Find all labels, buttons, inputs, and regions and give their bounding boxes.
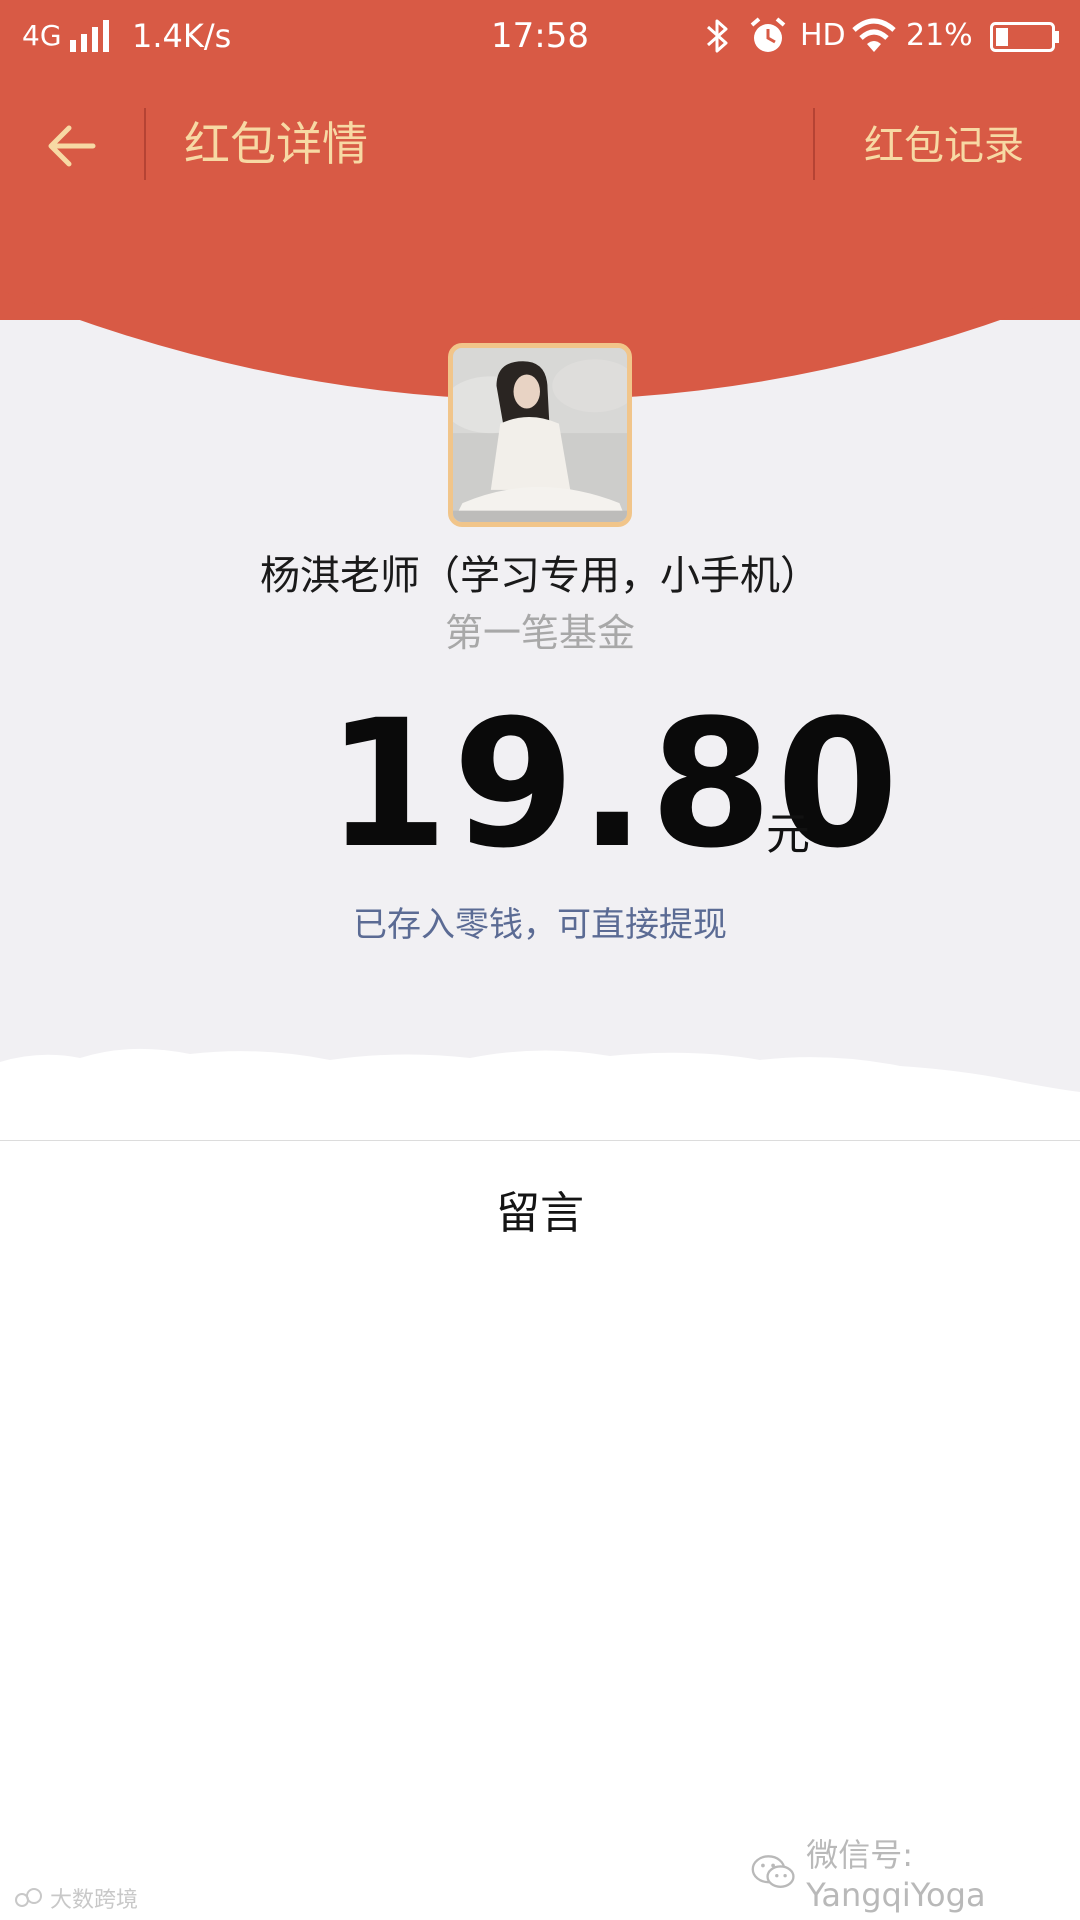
currency-unit: 元 [766, 809, 810, 860]
avatar-photo [453, 348, 627, 522]
cloud-divider [0, 1048, 1080, 1140]
blessing-text: 第一笔基金 [444, 611, 635, 655]
alarm-icon [750, 17, 786, 52]
page-title: 红包详情 [184, 117, 368, 171]
battery-icon [990, 22, 1059, 52]
watermark-right: 微信号: YangqiYoga [750, 1836, 1080, 1914]
wechat-icon [751, 1855, 795, 1888]
section-divider [0, 1140, 1080, 1141]
battery-percent: 21% [906, 18, 973, 53]
wifi-icon [852, 18, 896, 52]
avatar[interactable] [448, 343, 632, 527]
arrow-left-icon [48, 125, 96, 167]
watermark-right-text: 微信号: YangqiYoga [806, 1836, 986, 1914]
amount-row: 19.80 元 [0, 690, 1080, 880]
balance-status-link[interactable]: 已存入零钱，可直接提现 [0, 900, 1080, 950]
sender-name: 杨淇老师（学习专用，小手机） [260, 553, 820, 599]
records-link[interactable]: 红包记录 [864, 118, 1024, 174]
hd-indicator: HD [800, 18, 846, 53]
watermark-left-text: 大数跨境 [50, 1888, 139, 1913]
back-button[interactable] [36, 110, 108, 182]
title-divider [144, 108, 146, 180]
watermark-left: 大数跨境 [14, 1882, 138, 1914]
bluetooth-icon [707, 19, 728, 53]
amount-value: 19.80 [326, 682, 903, 887]
red-packet-detail-screen: 4G 1.4K/s 17:58 HD 21% 红包详情 红包记录 杨淇老师（学习… [0, 0, 1080, 1920]
comment-button[interactable]: 留言 [0, 1184, 1080, 1244]
records-divider [813, 108, 815, 180]
watermark-logo-icon [15, 1888, 42, 1907]
